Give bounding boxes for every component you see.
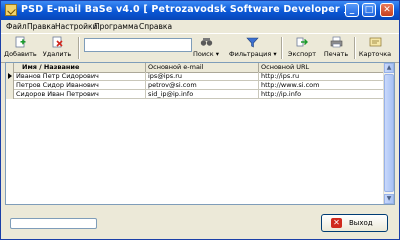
column-header-url[interactable]: Основной URL bbox=[259, 63, 384, 72]
minimize-button[interactable]: _ bbox=[345, 3, 359, 17]
card-button[interactable]: Карточка bbox=[358, 35, 392, 61]
delete-icon bbox=[52, 36, 63, 48]
vertical-scrollbar[interactable]: ▲ ▼ bbox=[383, 63, 394, 204]
maximize-button[interactable]: □ bbox=[362, 3, 376, 17]
cell-url[interactable]: http://ips.ru bbox=[259, 72, 384, 81]
delete-button[interactable]: Удалить bbox=[41, 35, 73, 61]
export-icon bbox=[296, 37, 308, 47]
add-label: Добавить bbox=[4, 50, 37, 58]
toolbar-separator bbox=[78, 37, 80, 59]
contacts-table: Имя / Название Основной e-mail Основной … bbox=[5, 62, 395, 205]
print-label: Печать bbox=[323, 50, 349, 58]
toolbar: Добавить Удалить Поиск ▾ Фильтрация ▾ Эк… bbox=[1, 33, 399, 63]
toolbar-separator bbox=[354, 37, 356, 59]
row-indicator bbox=[6, 81, 14, 90]
delete-label: Удалить bbox=[42, 50, 72, 58]
table-row[interactable]: Сидоров Иван Петрович sid_ip@ip.info htt… bbox=[6, 90, 384, 99]
filter-label: Фильтрация ▾ bbox=[229, 50, 277, 58]
scroll-up-button[interactable]: ▲ bbox=[384, 63, 394, 73]
export-label: Экспорт bbox=[287, 50, 317, 58]
row-indicator bbox=[6, 90, 14, 99]
add-icon bbox=[15, 36, 26, 48]
export-button[interactable]: Экспорт bbox=[287, 35, 317, 61]
menu-edit[interactable]: Правка bbox=[27, 22, 56, 31]
menu-bar: Файл Правка Настройки Программа Справка bbox=[1, 20, 399, 33]
filter-icon bbox=[246, 37, 259, 48]
search-label: Поиск ▾ bbox=[193, 50, 219, 58]
window-title: PSD E-mail BaSe v4.0 [ Petrozavodsk Soft… bbox=[21, 4, 348, 15]
print-button[interactable]: Печать bbox=[321, 35, 351, 61]
filter-button[interactable]: Фильтрация ▾ bbox=[229, 35, 277, 61]
add-button[interactable]: Добавить bbox=[4, 35, 37, 61]
search-button[interactable]: Поиск ▾ bbox=[191, 35, 221, 61]
row-indicator bbox=[6, 72, 14, 81]
cell-email[interactable]: sid_ip@ip.info bbox=[146, 90, 259, 99]
scroll-down-button[interactable]: ▼ bbox=[384, 194, 394, 204]
header-corner bbox=[6, 63, 14, 72]
menu-help[interactable]: Справка bbox=[139, 22, 172, 31]
cell-name[interactable]: Иванов Петр Сидорович bbox=[14, 72, 146, 81]
column-header-name[interactable]: Имя / Название bbox=[14, 63, 146, 72]
column-header-email[interactable]: Основной e-mail bbox=[146, 63, 259, 72]
exit-button[interactable]: ✕ Выход bbox=[321, 214, 388, 232]
status-bar: ✕ Выход bbox=[1, 206, 399, 239]
cell-name[interactable]: Сидоров Иван Петрович bbox=[14, 90, 146, 99]
title-bar[interactable]: PSD E-mail BaSe v4.0 [ Petrozavodsk Soft… bbox=[1, 1, 399, 20]
exit-icon: ✕ bbox=[331, 218, 342, 228]
current-row-arrow-icon bbox=[8, 73, 12, 79]
exit-label: Выход bbox=[349, 219, 373, 227]
menu-program[interactable]: Программа bbox=[94, 22, 138, 31]
printer-icon bbox=[330, 36, 343, 48]
progress-bar bbox=[10, 218, 97, 229]
scroll-thumb[interactable] bbox=[384, 74, 394, 192]
card-icon bbox=[369, 37, 382, 47]
binoculars-icon bbox=[200, 38, 213, 46]
cell-email[interactable]: ips@ips.ru bbox=[146, 72, 259, 81]
menu-file[interactable]: Файл bbox=[6, 22, 27, 31]
close-button[interactable]: ✕ bbox=[380, 3, 394, 17]
cell-url[interactable]: http://www.si.com bbox=[259, 81, 384, 90]
toolbar-separator bbox=[281, 37, 283, 59]
menu-settings[interactable]: Настройки bbox=[55, 22, 97, 31]
cell-url[interactable]: http://ip.info bbox=[259, 90, 384, 99]
search-input[interactable] bbox=[84, 38, 192, 52]
table-row[interactable]: Иванов Петр Сидорович ips@ips.ru http://… bbox=[6, 72, 384, 81]
cell-name[interactable]: Петров Сидор Иванович bbox=[14, 81, 146, 90]
main-window: PSD E-mail BaSe v4.0 [ Petrozavodsk Soft… bbox=[0, 0, 400, 240]
cell-email[interactable]: petrov@si.com bbox=[146, 81, 259, 90]
card-label: Карточка bbox=[358, 50, 392, 58]
app-icon bbox=[5, 4, 17, 16]
table-row[interactable]: Петров Сидор Иванович petrov@si.com http… bbox=[6, 81, 384, 90]
